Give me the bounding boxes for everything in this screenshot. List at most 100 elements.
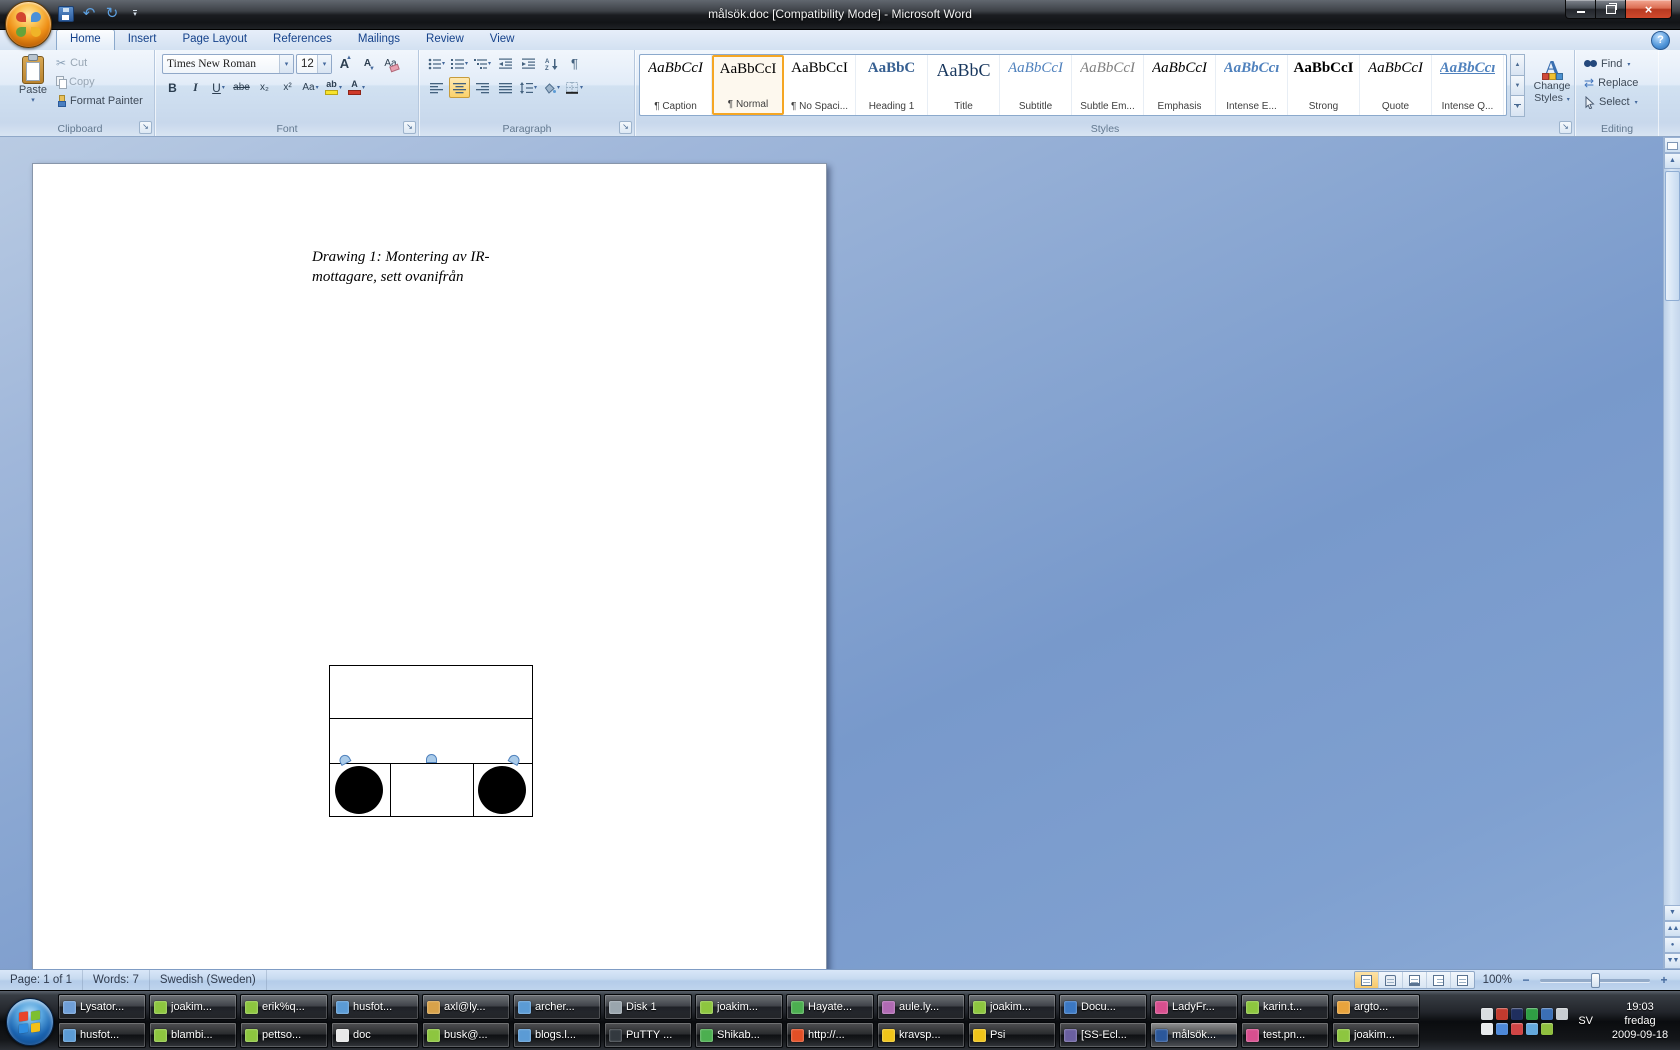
text-highlight-button[interactable]: ab ▾ <box>323 77 344 98</box>
taskbar-button[interactable]: argto... <box>1332 994 1420 1020</box>
tray-icon[interactable] <box>1541 1023 1553 1035</box>
outline-view-button[interactable] <box>1427 972 1451 988</box>
underline-button[interactable]: U▾ <box>208 77 229 98</box>
zoom-slider-thumb[interactable] <box>1591 973 1600 988</box>
full-screen-reading-view-button[interactable] <box>1379 972 1403 988</box>
tray-icon[interactable] <box>1496 1008 1508 1020</box>
tray-icon[interactable] <box>1526 1023 1538 1035</box>
redo-button[interactable]: ↻ <box>102 4 122 24</box>
tab-page-layout[interactable]: Page Layout <box>169 29 260 50</box>
close-button[interactable]: × <box>1625 0 1672 19</box>
tab-home[interactable]: Home <box>56 29 115 50</box>
paragraph-dialog-launcher[interactable]: ↘ <box>619 121 632 134</box>
tab-mailings[interactable]: Mailings <box>345 29 413 50</box>
word-count[interactable]: Words: 7 <box>83 970 150 990</box>
print-layout-view-button[interactable] <box>1355 972 1379 988</box>
style-intense-e[interactable]: AaBbCcıIntense E... <box>1216 55 1288 115</box>
next-page-button[interactable]: ▼▼ <box>1664 953 1680 969</box>
keyboard-language-indicator[interactable]: SV <box>1574 1013 1597 1029</box>
justify-button[interactable] <box>495 77 516 98</box>
show-hide-marks-button[interactable]: ¶ <box>564 53 585 74</box>
grow-font-button[interactable]: A▲ <box>334 53 355 74</box>
zoom-out-button[interactable]: − <box>1520 973 1532 987</box>
tray-icon[interactable] <box>1526 1008 1538 1020</box>
format-painter-button[interactable]: Format Painter <box>56 92 143 109</box>
tray-icon[interactable] <box>1511 1008 1523 1020</box>
figure-caption[interactable]: Drawing 1: Montering av IR- mottagare, s… <box>312 248 532 287</box>
taskbar-button[interactable]: [SS-Ecl... <box>1059 1022 1147 1048</box>
tray-icon[interactable] <box>1481 1023 1493 1035</box>
font-family-combobox[interactable]: Times New Roman ▾ <box>162 54 294 74</box>
taskbar-button[interactable]: doc <box>331 1022 419 1048</box>
zoom-in-button[interactable]: + <box>1658 973 1670 987</box>
document-page[interactable]: Drawing 1: Montering av IR- mottagare, s… <box>32 163 827 969</box>
font-dialog-launcher[interactable]: ↘ <box>403 121 416 134</box>
tray-icon[interactable] <box>1496 1023 1508 1035</box>
bold-button[interactable]: B <box>162 77 183 98</box>
gallery-scroll-down-button[interactable]: ▼ <box>1510 75 1525 97</box>
taskbar-button[interactable]: joakim... <box>695 994 783 1020</box>
taskbar-button[interactable]: axl@ly... <box>422 994 510 1020</box>
taskbar-button[interactable]: målsök... <box>1150 1022 1238 1048</box>
strikethrough-button[interactable]: abe <box>231 77 252 98</box>
taskbar-clock[interactable]: 19:03 fredag 2009-09-18 <box>1602 1000 1678 1042</box>
line-spacing-button[interactable]: ▾ <box>518 77 539 98</box>
taskbar-button[interactable]: blambi... <box>149 1022 237 1048</box>
clipboard-dialog-launcher[interactable]: ↘ <box>139 121 152 134</box>
vertical-scrollbar[interactable]: ▲ ▼ ▲▲ ● ▼▼ <box>1663 137 1680 969</box>
increase-indent-button[interactable] <box>518 53 539 74</box>
style-normal[interactable]: AaBbCcI¶ Normal <box>712 55 784 115</box>
taskbar-button[interactable]: aule.ly... <box>877 994 965 1020</box>
page-indicator[interactable]: Page: 1 of 1 <box>0 970 83 990</box>
ir-receiver-drawing[interactable] <box>329 665 533 818</box>
browse-object-button[interactable]: ● <box>1664 937 1680 953</box>
style-emphasis[interactable]: AaBbCcIEmphasis <box>1144 55 1216 115</box>
style-heading1[interactable]: AaBbCHeading 1 <box>856 55 928 115</box>
copy-button[interactable]: Copy <box>56 73 95 90</box>
numbering-button[interactable]: ▾ <box>449 53 470 74</box>
decrease-indent-button[interactable] <box>495 53 516 74</box>
zoom-level[interactable]: 100% <box>1483 974 1512 986</box>
sort-button[interactable]: AZ <box>541 53 562 74</box>
taskbar-button[interactable]: test.pn... <box>1241 1022 1329 1048</box>
style-nospacing[interactable]: AaBbCcI¶ No Spaci... <box>784 55 856 115</box>
shading-button[interactable]: ▾ <box>541 77 562 98</box>
taskbar-button[interactable]: pettso... <box>240 1022 328 1048</box>
shrink-font-button[interactable]: A▼ <box>357 53 378 74</box>
taskbar-button[interactable]: husfot... <box>58 1022 146 1048</box>
save-button[interactable] <box>56 4 76 24</box>
gallery-scroll-up-button[interactable]: ▲ <box>1510 54 1525 76</box>
taskbar-button[interactable]: husfot... <box>331 994 419 1020</box>
undo-button[interactable]: ↶ <box>79 4 99 24</box>
taskbar-button[interactable]: erik%q... <box>240 994 328 1020</box>
replace-button[interactable]: ⇄ Replace <box>1584 75 1638 91</box>
minimize-button[interactable] <box>1565 0 1596 19</box>
previous-page-button[interactable]: ▲▲ <box>1664 921 1680 937</box>
scroll-down-button[interactable]: ▼ <box>1664 905 1680 921</box>
language-indicator[interactable]: Swedish (Sweden) <box>150 970 267 990</box>
tab-view[interactable]: View <box>477 29 528 50</box>
style-quote[interactable]: AaBbCcIQuote <box>1360 55 1432 115</box>
tray-icon[interactable] <box>1511 1023 1523 1035</box>
tray-icon[interactable] <box>1481 1008 1493 1020</box>
ruler-toggle-button[interactable] <box>1664 137 1680 153</box>
borders-button[interactable]: ▾ <box>564 77 585 98</box>
style-intense-q[interactable]: AaBbCcıIntense Q... <box>1432 55 1504 115</box>
align-center-button[interactable] <box>449 77 470 98</box>
taskbar-button[interactable]: joakim... <box>149 994 237 1020</box>
bullets-button[interactable]: ▾ <box>426 53 447 74</box>
draft-view-button[interactable] <box>1451 972 1474 988</box>
style-subtle[interactable]: AaBbCcISubtle Em... <box>1072 55 1144 115</box>
taskbar-button[interactable]: archer... <box>513 994 601 1020</box>
taskbar-button[interactable]: kravsp... <box>877 1022 965 1048</box>
italic-button[interactable]: I <box>185 77 206 98</box>
start-button[interactable] <box>6 998 54 1046</box>
taskbar-button[interactable]: joakim... <box>1332 1022 1420 1048</box>
web-layout-view-button[interactable] <box>1403 972 1427 988</box>
multilevel-list-button[interactable]: ▾ <box>472 53 493 74</box>
font-color-button[interactable]: A ▾ <box>346 77 367 98</box>
subscript-button[interactable]: x₂ <box>254 77 275 98</box>
cut-button[interactable]: ✂ Cut <box>56 54 87 71</box>
scrollbar-thumb[interactable] <box>1665 171 1680 301</box>
style-title[interactable]: AaBbCTitle <box>928 55 1000 115</box>
